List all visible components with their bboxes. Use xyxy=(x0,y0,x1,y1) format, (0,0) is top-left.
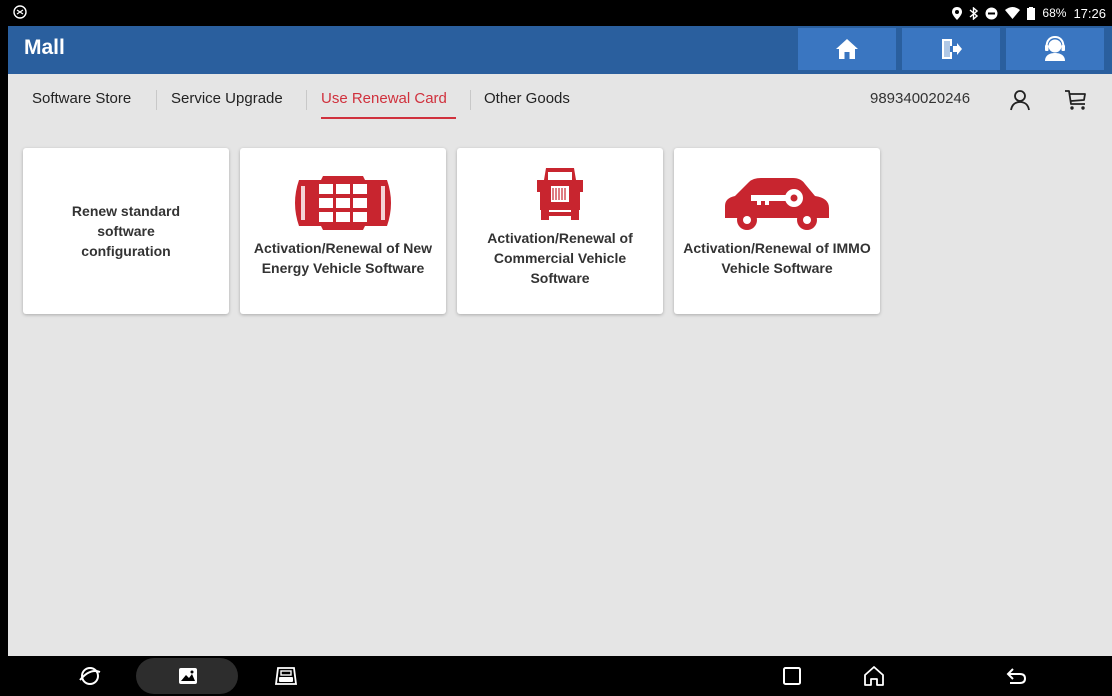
bluetooth-icon xyxy=(969,6,979,20)
card-icon-wrap xyxy=(721,176,833,238)
device-serial-number: 989340020246 xyxy=(870,90,971,107)
exit-button[interactable] xyxy=(902,28,1000,70)
wifi-icon xyxy=(1005,7,1021,19)
recents-icon[interactable] xyxy=(780,664,804,688)
exit-icon xyxy=(942,39,962,59)
tab-software-store[interactable]: Software Store xyxy=(32,90,131,107)
back-icon[interactable] xyxy=(1004,664,1028,688)
tab-other-goods[interactable]: Other Goods xyxy=(484,90,570,107)
battery-level: 68% xyxy=(1042,6,1067,20)
truck-icon xyxy=(537,168,583,220)
support-button[interactable] xyxy=(1006,28,1104,70)
card-commercial-vehicle[interactable]: Activation/Renewal of Commercial Vehicle… xyxy=(457,148,663,314)
app-frame: 68% 17:26 Mall Software Store Service Up… xyxy=(8,0,1112,696)
browser-icon[interactable] xyxy=(78,664,102,688)
support-agent-icon xyxy=(1045,36,1065,61)
card-icon-wrap xyxy=(537,166,583,228)
battery-pack-icon xyxy=(295,176,391,230)
card-new-energy-vehicle[interactable]: Activation/Renewal of New Energy Vehicle… xyxy=(240,148,446,314)
tab-divider xyxy=(306,90,307,110)
system-nav-bar xyxy=(8,656,1112,696)
do-not-disturb-icon xyxy=(985,7,998,19)
location-icon xyxy=(952,6,963,20)
card-immo-vehicle[interactable]: Activation/Renewal of IMMO Vehicle Softw… xyxy=(674,148,880,314)
car-key-icon xyxy=(725,178,829,230)
clock: 17:26 xyxy=(1073,5,1106,21)
home-icon xyxy=(836,39,858,59)
user-icon[interactable] xyxy=(1008,88,1032,112)
page-title: Mall xyxy=(24,36,65,59)
card-label: Activation/Renewal of New Energy Vehicle… xyxy=(253,240,433,276)
category-tabs: Software Store Service Upgrade Use Renew… xyxy=(8,74,1112,124)
notification-icon xyxy=(13,5,27,19)
vci-icon[interactable] xyxy=(274,664,298,688)
tab-divider xyxy=(470,90,471,110)
title-bar: Mall xyxy=(8,26,1112,74)
tab-service-upgrade[interactable]: Service Upgrade xyxy=(171,90,283,107)
active-tab-indicator xyxy=(321,117,456,119)
card-label: Activation/Renewal of IMMO Vehicle Softw… xyxy=(683,240,871,276)
home-icon[interactable] xyxy=(862,664,886,688)
tab-use-renewal-card[interactable]: Use Renewal Card xyxy=(321,90,447,107)
card-label: Renew standard software configuration xyxy=(71,203,181,259)
card-label: Activation/Renewal of Commercial Vehicle… xyxy=(487,230,633,286)
tab-divider xyxy=(156,90,157,110)
card-icon-wrap xyxy=(291,176,395,238)
battery-icon xyxy=(1027,6,1036,20)
home-button[interactable] xyxy=(798,28,896,70)
gallery-icon[interactable] xyxy=(176,664,200,688)
cart-icon[interactable] xyxy=(1064,88,1088,112)
card-renew-standard-software[interactable]: Renew standard software configuration xyxy=(23,148,229,314)
status-bar: 68% 17:26 xyxy=(8,0,1112,26)
